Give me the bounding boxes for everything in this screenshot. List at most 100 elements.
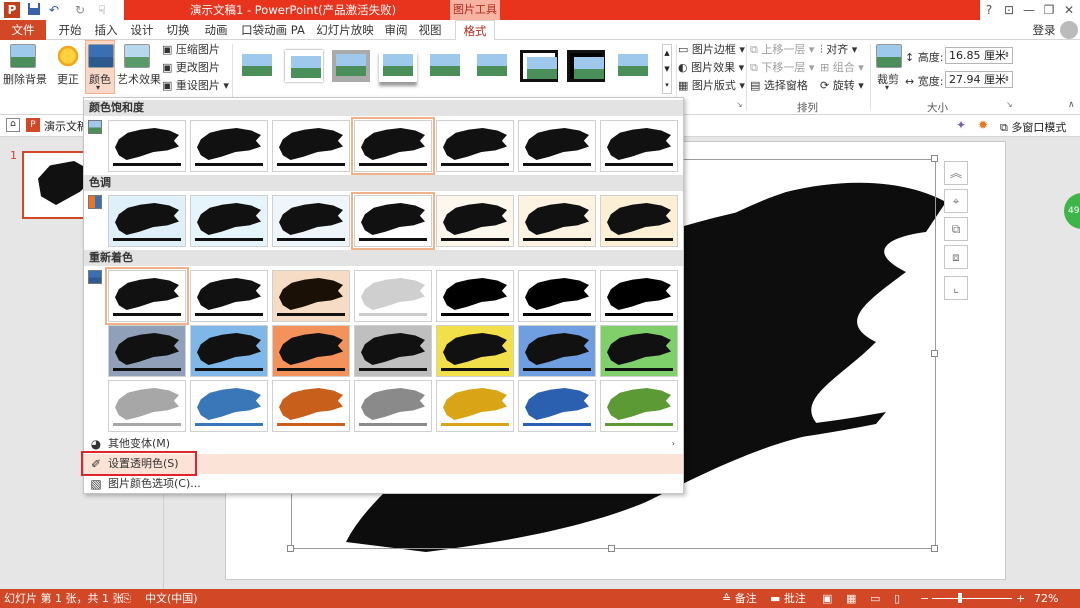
artistic-effects-button[interactable]: 艺术效果 [117,71,161,87]
tab-home[interactable]: 开始 [52,20,88,40]
color-variant-swatch[interactable] [600,380,678,432]
plugin-icon[interactable]: ✦ [956,118,966,132]
color-variant-swatch[interactable] [351,117,435,175]
zoom-slider-track[interactable] [932,598,1012,599]
redo-icon[interactable]: ↻ [72,2,88,18]
slideshow-icon[interactable]: ▯ [894,589,900,608]
settings-gear-icon[interactable]: ✹ [978,118,988,132]
picture-style-thumb[interactable] [426,50,464,82]
picture-style-thumb[interactable] [332,50,370,82]
color-variant-swatch[interactable] [354,270,432,322]
tab-review[interactable]: 审阅 [380,20,412,40]
picture-style-thumb[interactable] [614,50,652,82]
normal-view-icon[interactable]: ▣ [822,589,832,608]
restore-button[interactable]: ❐ [1038,0,1060,20]
help-button[interactable]: ? [978,0,1000,20]
tab-format[interactable]: 格式 [455,20,495,41]
color-variant-swatch[interactable] [190,270,268,322]
bring-forward-button[interactable]: ⧉ 上移一层 ▾ [750,41,814,58]
tab-design[interactable]: 设计 [124,20,160,40]
multi-window-button[interactable]: ⧉ 多窗口模式 [1000,119,1066,135]
corrections-button[interactable]: 更正 [57,71,79,87]
group-button[interactable]: ⊞ 组合 ▾ [820,59,864,76]
tab-transitions[interactable]: 切换 [160,20,196,40]
resize-handle[interactable] [931,545,938,552]
width-input[interactable]: 27.94 厘米 ⇕ [945,71,1013,88]
height-input[interactable]: 16.85 厘米 ⇕ [945,47,1013,64]
color-variant-swatch[interactable] [108,380,186,432]
close-button[interactable]: ✕ [1058,0,1080,20]
color-variant-swatch[interactable] [354,325,432,377]
tab-file[interactable]: 文件 [0,20,46,40]
center-icon[interactable]: ⌖ [944,189,968,213]
powerpoint-app-icon[interactable]: P [4,2,20,18]
color-variant-swatch[interactable] [600,120,678,172]
color-variant-swatch[interactable] [436,325,514,377]
color-variant-swatch[interactable] [600,270,678,322]
compress-pictures-button[interactable]: ▣ 压缩图片 [162,41,220,58]
color-variant-swatch[interactable] [108,195,186,247]
picture-layout-button[interactable]: ▦ 图片版式 ▾ [678,77,745,94]
zoom-out-icon[interactable]: − [920,589,929,608]
zoom-in-icon[interactable]: + [1016,589,1025,608]
color-variant-swatch[interactable] [105,267,189,325]
rotate-button[interactable]: ⟳ 旋转 ▾ [820,77,864,94]
picture-color-options-menu-item[interactable]: ▧ 图片颜色选项(C)... [84,474,683,494]
color-variant-swatch[interactable] [518,120,596,172]
color-variant-swatch[interactable] [518,195,596,247]
touch-mode-icon[interactable]: ☟ [94,2,110,18]
bring-forward-icon[interactable]: ⧉ [944,217,968,241]
ribbon-display-button[interactable]: ⊡ [998,0,1020,20]
crop-dropdown-arrow-icon[interactable]: ▾ [885,83,889,92]
undo-icon[interactable]: ↶ [46,2,62,18]
color-variant-swatch[interactable] [518,270,596,322]
picture-style-thumb[interactable] [520,50,558,82]
document-icon[interactable]: ⌂ [6,118,20,132]
reset-picture-button[interactable]: ▣ 重设图片 ▾ [162,77,229,94]
resize-handle[interactable] [608,545,615,552]
layout-options-icon[interactable]: ︽ [944,161,968,185]
color-variant-swatch[interactable] [272,120,350,172]
change-picture-button[interactable]: ▣ 更改图片 [162,59,220,76]
reading-view-icon[interactable]: ▭ [870,589,880,608]
color-variant-swatch[interactable] [272,195,350,247]
color-variant-swatch[interactable] [272,270,350,322]
color-variant-swatch[interactable] [436,195,514,247]
color-variant-swatch[interactable] [600,195,678,247]
avatar[interactable] [1060,21,1078,39]
spinner-icon[interactable]: ⇕ [1004,48,1010,63]
send-backward-icon[interactable]: ⧈ [944,245,968,269]
color-variant-swatch[interactable] [108,120,186,172]
spelling-check-icon[interactable]: ⎘ [122,589,131,608]
picture-effects-button[interactable]: ◐ 图片效果 ▾ [678,59,744,76]
align-button[interactable]: ⫶ 对齐 ▾ [820,41,857,58]
picture-style-thumb[interactable] [238,50,276,82]
slide-sorter-icon[interactable]: ▦ [846,589,856,608]
color-variant-swatch[interactable] [190,380,268,432]
color-variant-swatch[interactable] [518,325,596,377]
color-variant-swatch[interactable] [190,325,268,377]
tab-animations[interactable]: 动画 [196,20,236,40]
document-tab-name[interactable]: 演示文稿 [44,118,88,134]
color-variant-swatch[interactable] [600,325,678,377]
save-icon[interactable] [26,2,42,18]
color-variant-swatch[interactable] [272,325,350,377]
login-link[interactable]: 登录 [1030,20,1058,40]
picture-style-thumb[interactable] [379,50,417,82]
language-status[interactable]: 中文(中国) [145,589,198,608]
comments-button[interactable]: ▬ 批注 [770,589,806,608]
picture-style-thumb[interactable] [567,50,605,82]
color-dropdown-arrow-icon[interactable]: ▾ [96,83,100,92]
send-backward-button[interactable]: ⧉ 下移一层 ▾ [750,59,814,76]
resize-handle[interactable] [931,350,938,357]
picture-style-thumb[interactable] [285,50,323,82]
color-variant-swatch[interactable] [436,120,514,172]
spinner-icon[interactable]: ⇕ [1004,72,1010,87]
color-variant-swatch[interactable] [190,120,268,172]
notes-button[interactable]: ≙ 备注 [722,589,757,608]
tab-view[interactable]: 视图 [414,20,446,40]
picture-style-thumb[interactable] [473,50,511,82]
color-variant-swatch[interactable] [436,380,514,432]
color-variant-swatch[interactable] [354,380,432,432]
dialog-launcher-icon[interactable]: ↘ [1006,100,1013,109]
